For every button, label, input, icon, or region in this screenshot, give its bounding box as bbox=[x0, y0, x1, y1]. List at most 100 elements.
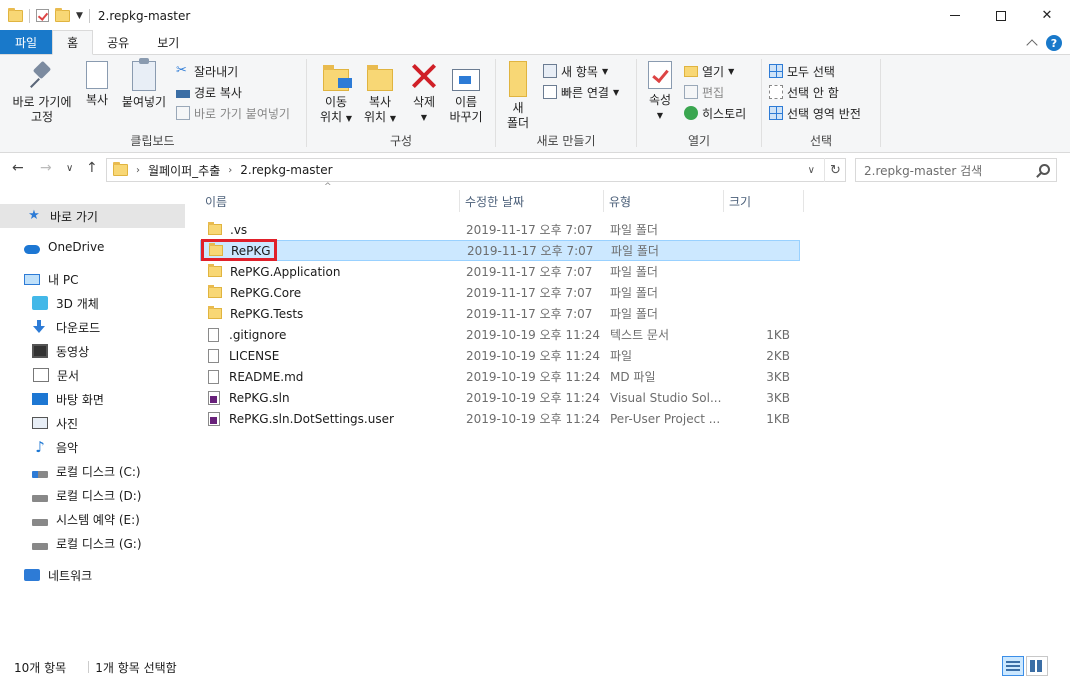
nav-item-drive-c[interactable]: 로컬 디스크 (C:) bbox=[0, 459, 185, 483]
nav-item-onedrive[interactable]: OneDrive bbox=[0, 235, 185, 259]
column-header-name[interactable]: 이름 bbox=[200, 190, 460, 212]
divider bbox=[29, 8, 30, 23]
file-row[interactable]: RePKG.sln 2019-10-19 오후 11:24 Visual Stu… bbox=[200, 387, 800, 408]
invert-selection-icon bbox=[769, 106, 783, 120]
close-button[interactable]: ✕ bbox=[1024, 0, 1070, 31]
drive-icon bbox=[32, 542, 48, 550]
divider bbox=[495, 59, 496, 147]
file-row[interactable]: README.md 2019-10-19 오후 11:24 MD 파일 3KB bbox=[200, 366, 800, 387]
new-folder-icon[interactable] bbox=[55, 7, 70, 22]
delete-button[interactable]: 삭제 ▼ bbox=[406, 61, 442, 125]
edit-button[interactable]: 편집 bbox=[684, 82, 724, 102]
select-all-button[interactable]: 모두 선택 bbox=[769, 61, 835, 81]
breadcrumb-item[interactable]: 월페이퍼_추출 bbox=[148, 162, 220, 179]
ribbon: 바로 가기에 고정 복사 붙여넣기 ✂ 잘라내기 경로 복사 바로 가기 붙여넣… bbox=[0, 55, 1070, 153]
nav-item-drive-g[interactable]: 로컬 디스크 (G:) bbox=[0, 531, 185, 555]
new-folder-button[interactable]: 새 폴더 bbox=[503, 61, 533, 131]
folder-icon bbox=[113, 162, 128, 176]
nav-item-label: 다운로드 bbox=[56, 320, 101, 335]
tab-file[interactable]: 파일 bbox=[0, 30, 53, 54]
paste-shortcut-button[interactable]: 바로 가기 붙여넣기 bbox=[176, 103, 290, 123]
file-row[interactable]: RePKG.Core 2019-11-17 오후 7:07 파일 폴더 bbox=[200, 282, 800, 303]
column-header-size[interactable]: 크기 bbox=[724, 190, 804, 212]
maximize-button[interactable] bbox=[978, 0, 1024, 31]
help-icon[interactable]: ? bbox=[1046, 35, 1062, 51]
properties-button[interactable]: 속성 ▼ bbox=[642, 61, 678, 123]
select-none-button[interactable]: 선택 안 함 bbox=[769, 82, 839, 102]
file-date: 2019-11-17 오후 7:07 bbox=[466, 223, 593, 237]
chevron-down-icon[interactable]: ▼ bbox=[76, 11, 83, 21]
chevron-down-icon: ▼ bbox=[420, 113, 428, 122]
chevron-down-icon: ▼ bbox=[612, 87, 620, 97]
file-row[interactable]: .gitignore 2019-10-19 오후 11:24 텍스트 문서 1K… bbox=[200, 324, 800, 345]
nav-item-downloads[interactable]: 다운로드 bbox=[0, 315, 185, 339]
properties-icon[interactable] bbox=[36, 9, 49, 22]
copy-button[interactable]: 복사 bbox=[80, 61, 114, 108]
file-row[interactable]: .vs 2019-11-17 오후 7:07 파일 폴더 bbox=[200, 219, 800, 240]
nav-item-videos[interactable]: 동영상 bbox=[0, 339, 185, 363]
folder-icon bbox=[208, 285, 222, 298]
file-row-selected[interactable]: RePKG 2019-11-17 오후 7:07 파일 폴더 bbox=[200, 240, 800, 261]
copy-to-button[interactable]: 복사 위치 ▼ bbox=[358, 61, 402, 126]
chevron-down-icon[interactable]: ∨ bbox=[808, 165, 815, 176]
chevron-right-icon[interactable]: › bbox=[228, 165, 232, 176]
tab-home[interactable]: 홈 bbox=[52, 30, 94, 55]
nav-item-music[interactable]: ♪ 음악 bbox=[0, 435, 185, 459]
nav-item-quick-access[interactable]: ★ 바로 가기 bbox=[0, 204, 185, 228]
pin-to-quick-access-button[interactable]: 바로 가기에 고정 bbox=[8, 61, 76, 125]
item-count: 10개 항목 bbox=[14, 660, 67, 675]
copy-path-button[interactable]: 경로 복사 bbox=[176, 82, 242, 102]
select-group: 모두 선택 선택 안 함 선택 영역 반전 선택 bbox=[763, 55, 879, 153]
move-to-button[interactable]: 이동 위치 ▼ bbox=[314, 61, 358, 126]
new-item-button[interactable]: 새 항목 ▼ bbox=[543, 61, 608, 81]
breadcrumb-item[interactable]: 2.repkg-master bbox=[240, 163, 332, 177]
chevron-right-icon[interactable]: › bbox=[136, 165, 140, 176]
nav-item-label: OneDrive bbox=[48, 240, 105, 254]
cut-label: 잘라내기 bbox=[194, 64, 239, 79]
rename-button[interactable]: 이름 바꾸기 bbox=[444, 61, 488, 125]
nav-item-drive-d[interactable]: 로컬 디스크 (D:) bbox=[0, 483, 185, 507]
open-button[interactable]: 열기 ▼ bbox=[684, 61, 734, 81]
nav-item-this-pc[interactable]: 내 PC bbox=[0, 267, 185, 291]
paste-button[interactable]: 붙여넣기 bbox=[118, 58, 170, 110]
chevron-down-icon: ▼ bbox=[656, 111, 664, 120]
file-size: 2KB bbox=[766, 348, 790, 363]
arrow-left-icon: ← bbox=[12, 160, 24, 176]
address-bar[interactable]: › 월페이퍼_추출 › 2.repkg-master ∨ bbox=[106, 158, 846, 182]
invert-selection-button[interactable]: 선택 영역 반전 bbox=[769, 103, 861, 123]
nav-item-desktop[interactable]: 바탕 화면 bbox=[0, 387, 185, 411]
column-header-date[interactable]: 수정한 날짜 bbox=[460, 190, 604, 212]
title-bar: ▼ 2.repkg-master ✕ bbox=[0, 0, 1070, 31]
address-row: ← → ∨ ↑ › 월페이퍼_추출 › 2.repkg-master ∨ ↻ 2… bbox=[0, 157, 1070, 183]
nav-item-network[interactable]: 네트워크 bbox=[0, 563, 185, 587]
file-row[interactable]: LICENSE 2019-10-19 오후 11:24 파일 2KB bbox=[200, 345, 800, 366]
history-button[interactable]: 히스토리 bbox=[684, 103, 746, 123]
file-row[interactable]: RePKG.Application 2019-11-17 오후 7:07 파일 … bbox=[200, 261, 800, 282]
forward-button[interactable]: → bbox=[40, 160, 52, 176]
minimize-button[interactable] bbox=[932, 0, 978, 31]
up-button[interactable]: ↑ bbox=[86, 160, 98, 176]
select-none-icon bbox=[769, 85, 783, 99]
collapse-ribbon-icon[interactable] bbox=[1026, 39, 1038, 51]
file-date: 2019-10-19 오후 11:24 bbox=[466, 391, 601, 405]
easy-access-button[interactable]: 빠른 연결 ▼ bbox=[543, 82, 619, 102]
refresh-button[interactable]: ↻ bbox=[824, 158, 846, 182]
cut-button[interactable]: ✂ 잘라내기 bbox=[176, 61, 238, 81]
large-icons-view-button[interactable] bbox=[1026, 656, 1048, 676]
nav-item-documents[interactable]: 문서 bbox=[0, 363, 185, 387]
divider bbox=[636, 59, 637, 147]
column-header-type[interactable]: 유형 bbox=[604, 190, 724, 212]
recent-locations-button[interactable]: ∨ bbox=[66, 163, 73, 174]
nav-item-3d-objects[interactable]: 3D 개체 bbox=[0, 291, 185, 315]
nav-item-label: 문서 bbox=[57, 368, 80, 383]
file-row[interactable]: RePKG.Tests 2019-11-17 오후 7:07 파일 폴더 bbox=[200, 303, 800, 324]
back-button[interactable]: ← bbox=[12, 160, 24, 176]
nav-item-pictures[interactable]: 사진 bbox=[0, 411, 185, 435]
file-row[interactable]: RePKG.sln.DotSettings.user 2019-10-19 오후… bbox=[200, 408, 800, 429]
details-view-button[interactable] bbox=[1002, 656, 1024, 676]
nav-item-drive-e[interactable]: 시스템 예약 (E:) bbox=[0, 507, 185, 531]
cloud-icon bbox=[24, 244, 40, 254]
search-input[interactable]: 2.repkg-master 검색 bbox=[855, 158, 1057, 182]
tab-view[interactable]: 보기 bbox=[143, 30, 193, 54]
tab-share[interactable]: 공유 bbox=[93, 30, 143, 54]
